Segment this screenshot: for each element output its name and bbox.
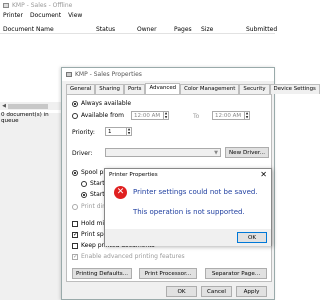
start-immediately-radio[interactable] <box>81 191 87 198</box>
col-size[interactable]: Size <box>201 26 213 33</box>
tab-general[interactable]: General <box>66 84 96 94</box>
queue-title: KMP - Sales - Offline <box>12 1 73 9</box>
col-owner[interactable]: Owner <box>137 26 157 33</box>
error-dialog: Printer Properties ✕ ✕ Printer settings … <box>104 168 272 246</box>
horizontal-scrollbar[interactable]: ◀ <box>0 102 62 110</box>
new-driver-button[interactable]: New Driver... <box>225 147 269 158</box>
menu-view[interactable]: View <box>68 12 82 19</box>
always-available-radio[interactable] <box>72 100 78 107</box>
priority-field[interactable]: 1 <box>105 127 127 136</box>
priority-label: Priority: <box>72 129 95 136</box>
to-time-control[interactable]: 12:00 AM ▲ ▼ <box>212 111 250 120</box>
print-directly-radio[interactable] <box>72 203 78 210</box>
driver-select[interactable]: ▼ <box>105 148 221 157</box>
queue-empty-area <box>0 123 62 300</box>
col-status[interactable]: Status <box>96 26 115 33</box>
menu-printer[interactable]: Printer <box>3 12 23 19</box>
tab-ports[interactable]: Ports <box>123 84 146 94</box>
close-icon[interactable]: ✕ <box>260 170 267 179</box>
chevron-down-icon: ▼ <box>214 149 218 156</box>
error-message-primary: Printer settings could not be saved. <box>133 188 258 196</box>
queue-status-bar: 0 document(s) in queue <box>0 112 62 124</box>
queue-menubar: Printer Document View <box>0 11 89 20</box>
priority-spinner[interactable]: ▲ ▼ <box>127 127 132 136</box>
ok-button[interactable]: OK <box>166 286 197 297</box>
start-after-last-radio[interactable] <box>81 180 87 187</box>
printer-icon <box>66 72 72 77</box>
queue-titlebar: KMP - Sales - Offline <box>0 0 275 10</box>
error-footer: OK <box>105 229 271 246</box>
error-title: Printer Properties <box>109 172 158 178</box>
error-ok-button[interactable]: OK <box>237 232 267 243</box>
scroll-thumb[interactable] <box>8 103 48 109</box>
separator-page-button[interactable]: Separator Page... <box>205 268 267 279</box>
print-processor-button[interactable]: Print Processor... <box>139 268 197 279</box>
col-pages[interactable]: Pages <box>174 26 192 33</box>
to-time-spinner[interactable]: ▲ ▼ <box>245 111 250 120</box>
available-from-radio[interactable] <box>72 112 78 119</box>
print-spooled-first-checkbox[interactable] <box>72 231 78 238</box>
from-time-field[interactable]: 12:00 AM <box>131 111 164 120</box>
to-label: To <box>193 113 200 120</box>
props-title: KMP - Sales Properties <box>75 71 142 78</box>
tab-advanced[interactable]: Advanced <box>145 83 181 94</box>
error-message-secondary: This operation is not supported. <box>133 208 245 216</box>
props-titlebar: KMP - Sales Properties <box>62 68 274 81</box>
printing-defaults-button[interactable]: Printing Defaults... <box>72 268 132 279</box>
scroll-left-icon[interactable]: ◀ <box>0 103 8 109</box>
hold-mismatched-checkbox[interactable] <box>72 220 78 227</box>
tab-security[interactable]: Security <box>239 84 270 94</box>
to-time-field[interactable]: 12:00 AM <box>212 111 245 120</box>
props-tabs: General Sharing Ports Advanced Color Man… <box>66 83 320 94</box>
queue-column-headers: Document Name Status Owner Pages Size Su… <box>0 24 277 34</box>
driver-label: Driver: <box>72 150 93 157</box>
always-available-option[interactable]: Always available <box>72 100 131 107</box>
error-icon: ✕ <box>114 186 127 199</box>
printer-icon <box>3 2 9 8</box>
from-time-control[interactable]: 12:00 AM ▲ ▼ <box>131 111 169 120</box>
col-document-name[interactable]: Document Name <box>3 26 54 33</box>
available-from-option[interactable]: Available from <box>72 112 124 119</box>
tab-device-settings[interactable]: Device Settings <box>269 84 320 94</box>
menu-document[interactable]: Document <box>30 12 61 19</box>
tab-sharing[interactable]: Sharing <box>95 84 124 94</box>
enable-advanced-option[interactable]: Enable advanced printing features <box>72 253 185 260</box>
keep-printed-checkbox[interactable] <box>72 242 78 249</box>
spool-radio[interactable] <box>72 169 78 176</box>
enable-advanced-checkbox[interactable] <box>72 253 78 260</box>
tab-color-management[interactable]: Color Management <box>180 84 240 94</box>
apply-button[interactable]: Apply <box>236 286 267 297</box>
cancel-button[interactable]: Cancel <box>201 286 232 297</box>
priority-control[interactable]: 1 ▲ ▼ <box>105 127 132 136</box>
from-time-spinner[interactable]: ▲ ▼ <box>164 111 169 120</box>
col-submitted[interactable]: Submitted <box>246 26 277 33</box>
